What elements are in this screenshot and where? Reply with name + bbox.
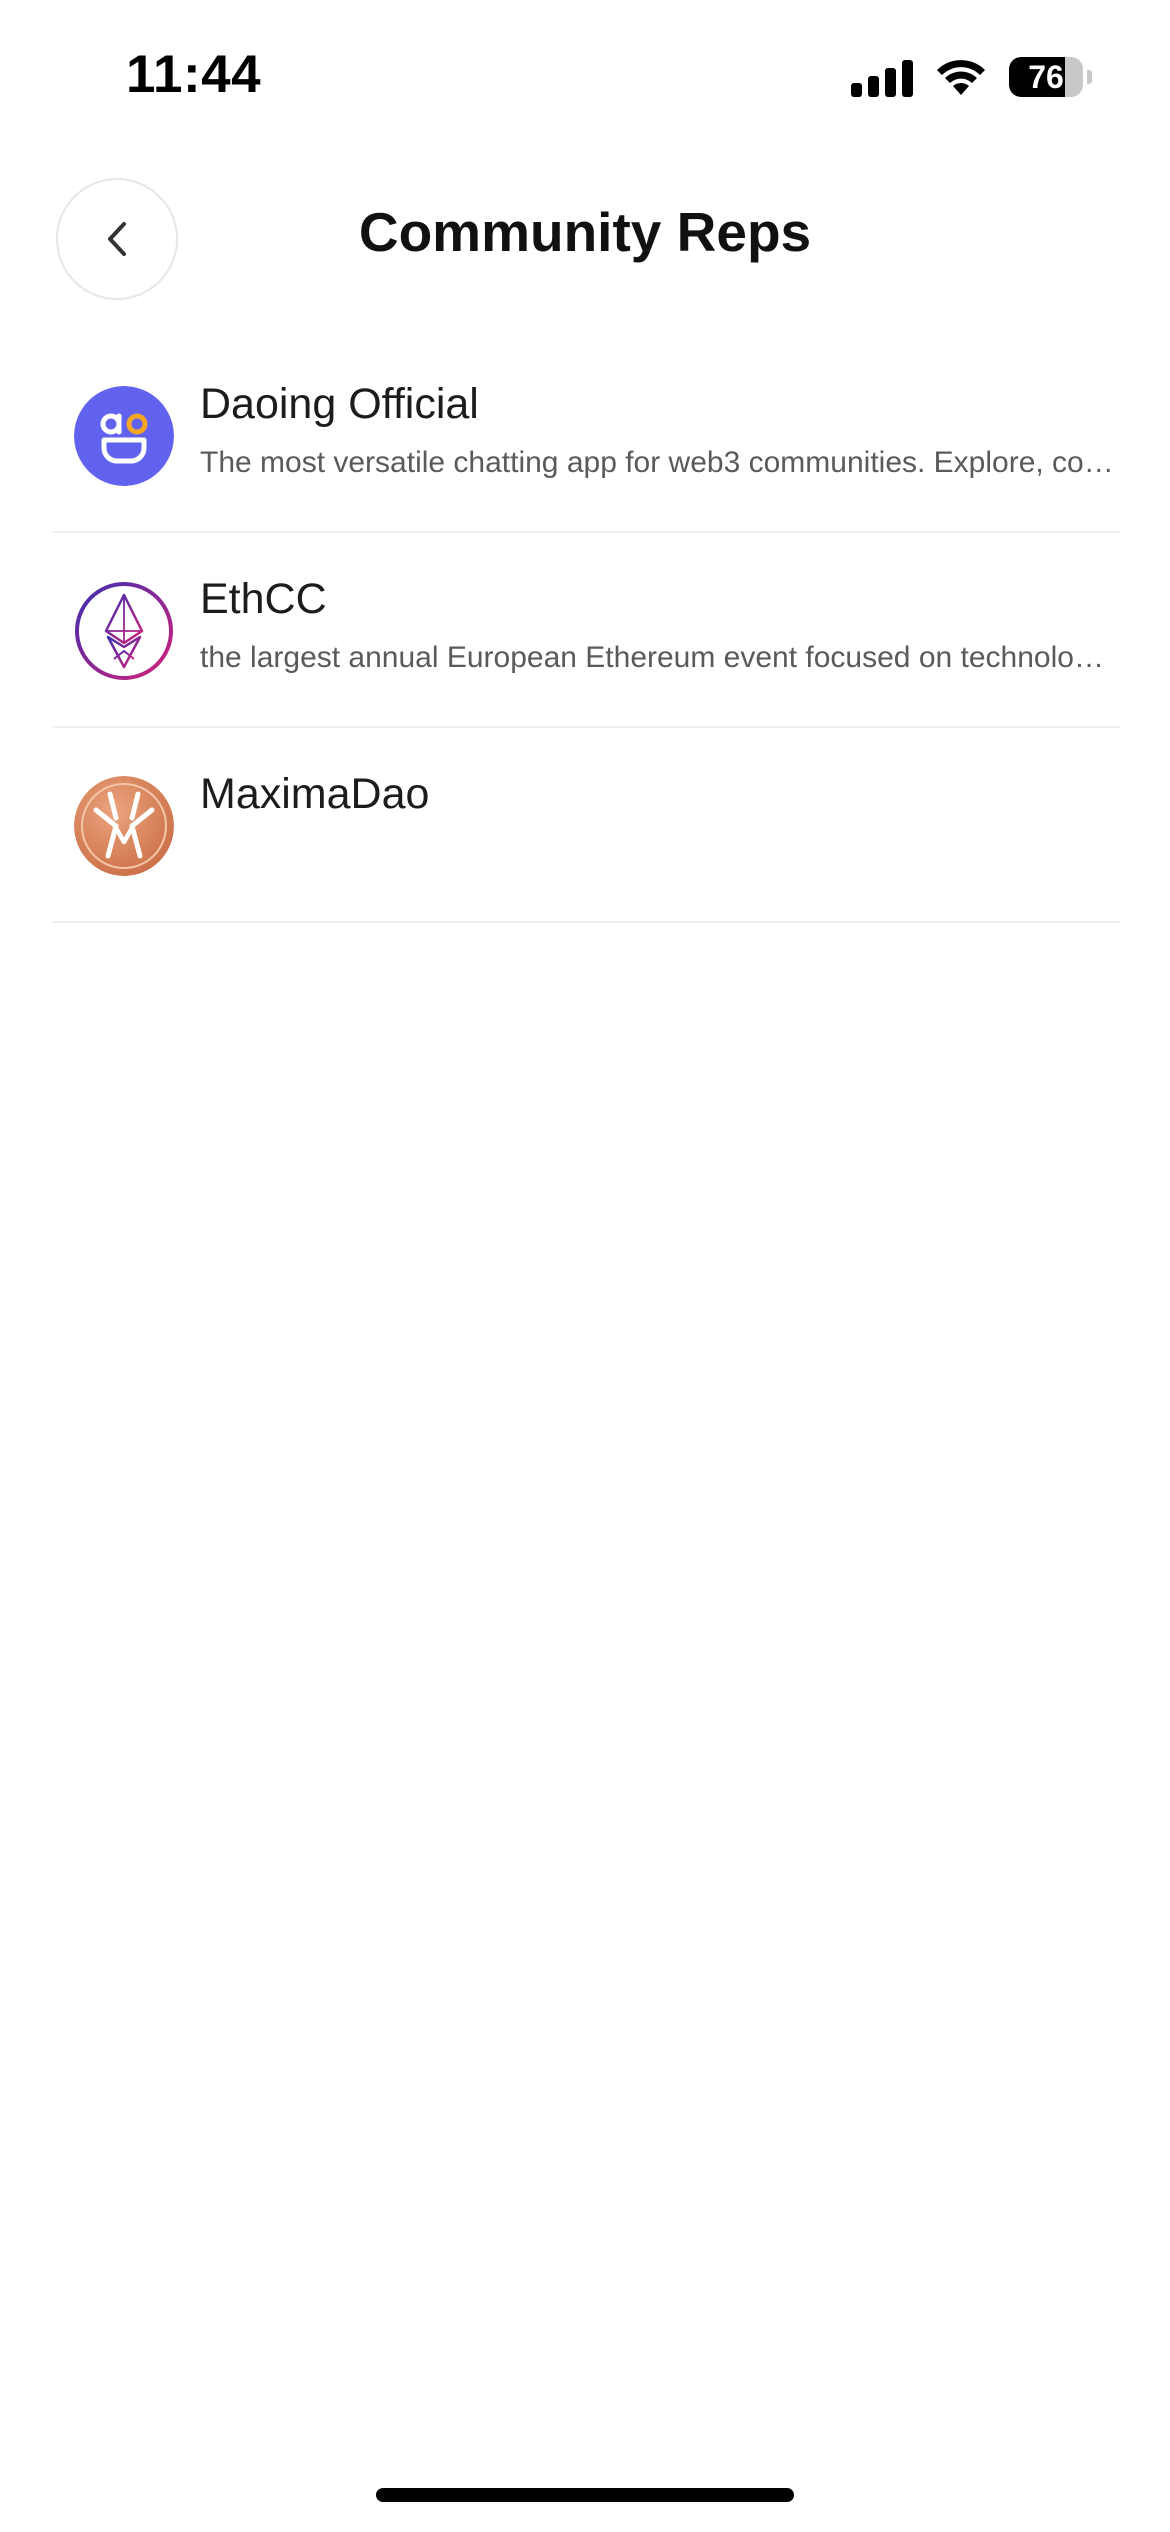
status-time: 11:44 [126,45,262,104]
rep-description: The most versatile chatting app for web3… [200,446,1120,479]
list-item[interactable]: Daoing Official The most versatile chatt… [52,338,1120,533]
community-reps-list: Daoing Official The most versatile chatt… [52,338,1120,923]
list-item[interactable]: MaximaDao [52,728,1120,923]
rep-name: EthCC [200,575,327,623]
ethcc-logo-icon [75,582,173,680]
avatar [74,581,174,681]
wifi-icon [937,60,985,95]
maximadao-logo-icon [74,776,174,876]
rep-name: Daoing Official [200,380,479,428]
list-item[interactable]: EthCC the largest annual European Ethere… [52,533,1120,728]
daoing-logo-icon [74,386,174,486]
battery-icon: 76 [1009,57,1083,97]
avatar [74,386,174,486]
battery-nub [1087,70,1092,84]
rep-name: MaximaDao [200,770,430,818]
battery-level: 76 [1028,58,1064,95]
avatar [74,776,174,876]
home-indicator[interactable] [376,2488,794,2502]
signal-icon [851,57,913,97]
status-bar: 11:44 76 [0,0,1170,150]
page-title: Community Reps [358,201,812,263]
status-icons: 76 [851,52,1092,102]
rep-description: the largest annual European Ethereum eve… [200,641,1120,674]
